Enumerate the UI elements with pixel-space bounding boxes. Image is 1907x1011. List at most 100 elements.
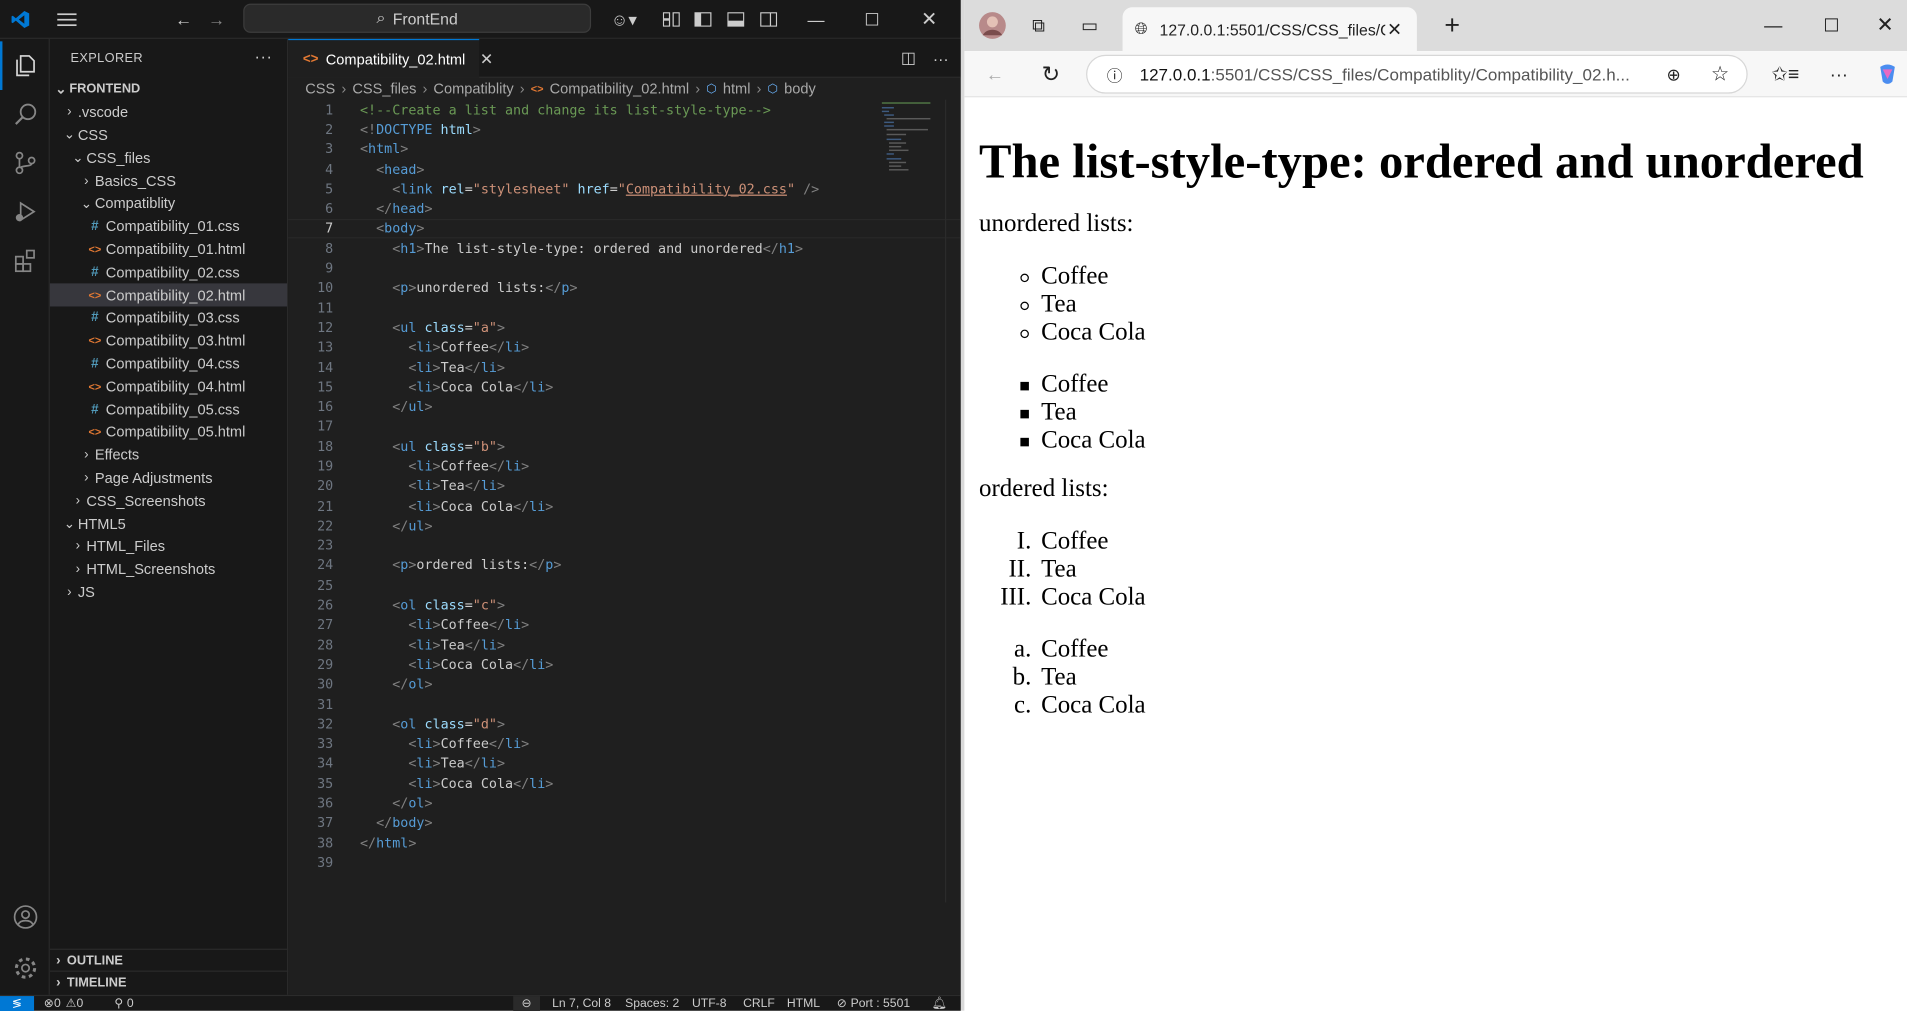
editor-scrollbar[interactable]	[944, 99, 961, 903]
tab-compatibility-02-html[interactable]: <> Compatibility_02.html ✕	[288, 38, 493, 78]
close-tab-icon[interactable]: ✕	[1387, 18, 1402, 40]
tree-folder[interactable]: › Effects	[50, 444, 287, 467]
code-line[interactable]: 8 <h1>The list-style-type: ordered and u…	[288, 238, 961, 258]
address-bar[interactable]: ⓘ 127.0.0.1:5501/CSS/CSS_files/Compatibl…	[1086, 54, 1748, 94]
more-actions-icon[interactable]: ···	[254, 46, 272, 65]
maximize-icon[interactable]: ☐	[1816, 0, 1848, 51]
code-line[interactable]: 3 <html>	[288, 139, 961, 159]
code-line[interactable]: 35 <li>Coca Cola</li>	[288, 774, 961, 794]
tree-file[interactable]: # Compatibility_02.css	[50, 261, 287, 284]
back-arrow-icon[interactable]: ←	[979, 51, 1011, 97]
customize-layout-icon[interactable]	[660, 0, 682, 39]
forward-arrow-icon[interactable]: →	[203, 0, 230, 39]
favorites-icon[interactable]: ✩≡	[1770, 51, 1802, 97]
code-line[interactable]: 4 <head>	[288, 159, 961, 179]
maximize-icon[interactable]: ☐	[859, 0, 886, 39]
profile-avatar[interactable]	[974, 0, 1010, 51]
code-line[interactable]: 18 <ul class="b">	[288, 437, 961, 457]
code-line[interactable]: 22 </ul>	[288, 516, 961, 536]
breadcrumb-item[interactable]: Compatiblity	[433, 80, 513, 97]
code-line[interactable]: 34 <li>Tea</li>	[288, 754, 961, 774]
tree-folder[interactable]: ⌄ Compatiblity	[50, 192, 287, 215]
code-line[interactable]: 31	[288, 694, 961, 714]
code-line[interactable]: 21 <li>Coca Cola</li>	[288, 496, 961, 516]
more-menu-icon[interactable]: ···	[1823, 51, 1855, 97]
code-line[interactable]: 20 <li>Tea</li>	[288, 476, 961, 496]
back-arrow-icon[interactable]: ←	[170, 0, 197, 39]
tree-folder[interactable]: ⌄ CSS	[50, 124, 287, 147]
close-tab-icon[interactable]: ✕	[480, 49, 493, 68]
code-line[interactable]: 19 <li>Coffee</li>	[288, 456, 961, 476]
tree-folder[interactable]: ⌄ CSS_files	[50, 146, 287, 169]
tree-file[interactable]: # Compatibility_01.css	[50, 215, 287, 238]
zoom-out-icon[interactable]: ⊖	[513, 996, 540, 1011]
tree-file[interactable]: # Compatibility_04.css	[50, 352, 287, 375]
code-line[interactable]: 16 </ul>	[288, 397, 961, 417]
command-center-search[interactable]: ⌕ FrontEnd	[243, 3, 592, 33]
language-mode[interactable]: HTML	[787, 996, 820, 1011]
minimize-icon[interactable]: —	[1757, 0, 1789, 51]
outline-section[interactable]: › OUTLINE	[49, 948, 289, 971]
tree-folder[interactable]: ⌄ HTML5	[50, 512, 287, 535]
code-line[interactable]: 38 </html>	[288, 833, 961, 853]
search-icon[interactable]	[0, 90, 50, 139]
code-line[interactable]: 14 <li>Tea</li>	[288, 357, 961, 377]
copilot-icon[interactable]	[1872, 51, 1904, 97]
menu-icon[interactable]	[54, 0, 81, 39]
tree-folder[interactable]: › Basics_CSS	[50, 169, 287, 192]
tree-folder[interactable]: › HTML_Files	[50, 535, 287, 558]
code-line[interactable]: 37 </body>	[288, 813, 961, 833]
code-line[interactable]: 24 <p>ordered lists:</p>	[288, 556, 961, 576]
code-line[interactable]: 23	[288, 536, 961, 556]
favorite-star-icon[interactable]: ☆	[1711, 62, 1730, 86]
code-line[interactable]: 32 <ol class="d">	[288, 714, 961, 734]
breadcrumb-item[interactable]: body	[784, 80, 816, 97]
tree-folder[interactable]: › CSS_Screenshots	[50, 489, 287, 512]
toggle-panel-icon[interactable]	[725, 0, 747, 39]
code-line[interactable]: 39	[288, 853, 961, 873]
tree-file[interactable]: <> Compatibility_04.html	[50, 375, 287, 398]
code-line[interactable]: 11	[288, 298, 961, 318]
code-line[interactable]: 1 <!--Create a list and change its list-s…	[288, 100, 961, 120]
workspaces-icon[interactable]: ⧉	[1023, 0, 1055, 51]
tree-folder[interactable]: › HTML_Screenshots	[50, 558, 287, 581]
breadcrumb-item[interactable]: Compatibility_02.html	[550, 80, 690, 97]
code-line[interactable]: 5 <link rel="stylesheet" href="Compatibi…	[288, 179, 961, 199]
extensions-icon[interactable]	[0, 236, 50, 285]
code-line[interactable]: 13 <li>Coffee</li>	[288, 338, 961, 358]
encoding[interactable]: UTF-8	[692, 996, 726, 1011]
toggle-secondary-sidebar-icon[interactable]	[758, 0, 780, 39]
browser-tab[interactable]: 🌐︎ 127.0.0.1:5501/CSS/CSS_files/Com ✕	[1122, 7, 1417, 52]
timeline-section[interactable]: › TIMELINE	[49, 970, 289, 993]
close-window-icon[interactable]: ✕	[1869, 0, 1901, 51]
code-line[interactable]: 10 <p>unordered lists:</p>	[288, 278, 961, 298]
account-icon[interactable]	[0, 893, 50, 942]
copilot-icon[interactable]: ☺▾	[606, 0, 642, 39]
live-server-port[interactable]: ⊘ Port : 5501	[837, 996, 910, 1011]
code-line[interactable]: 7 <body>	[288, 218, 961, 239]
refresh-icon[interactable]: ↻	[1035, 51, 1067, 97]
breadcrumb-item[interactable]: CSS	[305, 80, 335, 97]
code-line[interactable]: 9	[288, 258, 961, 278]
code-line[interactable]: 17	[288, 417, 961, 437]
code-line[interactable]: 2 <!DOCTYPE html>	[288, 120, 961, 140]
tree-folder[interactable]: › .vscode	[50, 101, 287, 124]
more-actions-icon[interactable]: ···	[933, 49, 949, 67]
code-line[interactable]: 25	[288, 575, 961, 595]
code-editor[interactable]: 1 <!--Create a list and change its list-s…	[288, 100, 961, 903]
line-ending[interactable]: CRLF	[743, 996, 775, 1011]
tree-folder[interactable]: › Page Adjustments	[50, 466, 287, 489]
tree-file[interactable]: # Compatibility_03.css	[50, 306, 287, 329]
root-folder[interactable]: ⌄ FRONTEND	[50, 78, 287, 101]
remote-indicator-icon[interactable]: ≶	[0, 996, 35, 1011]
indentation[interactable]: Spaces: 2	[625, 996, 679, 1011]
code-line[interactable]: 26 <ol class="c">	[288, 595, 961, 615]
minimap[interactable]	[881, 100, 943, 175]
run-debug-icon[interactable]	[0, 187, 50, 236]
tree-file[interactable]: <> Compatibility_02.html	[49, 283, 288, 307]
code-line[interactable]: 15 <li>Coca Cola</li>	[288, 377, 961, 397]
site-info-icon[interactable]: ⓘ	[1107, 63, 1123, 86]
vertical-tabs-icon[interactable]: ▭	[1074, 0, 1106, 51]
new-tab-icon[interactable]: +	[1436, 0, 1468, 51]
source-control-icon[interactable]	[0, 139, 50, 188]
